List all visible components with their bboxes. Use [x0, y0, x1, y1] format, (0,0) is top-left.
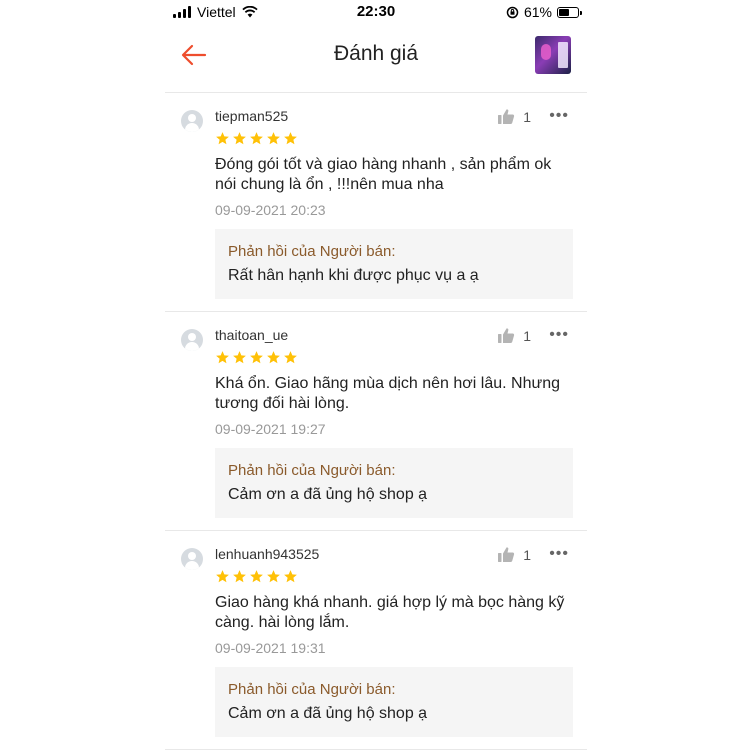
seller-reply: Phản hồi của Người bán: Cảm ơn a đã ủng …	[215, 448, 573, 518]
like-button[interactable]: 1	[497, 546, 531, 563]
seller-reply: Phản hồi của Người bán: Cảm ơn a đã ủng …	[215, 667, 573, 737]
star-icon	[216, 570, 229, 583]
more-options-icon[interactable]: •••	[549, 107, 569, 125]
review-comment: Đóng gói tốt và giao hàng nhanh , sản ph…	[215, 156, 552, 193]
username[interactable]: lenhuanh943525	[215, 546, 319, 562]
page-header: Đánh giá	[165, 28, 587, 93]
username[interactable]: thaitoan_ue	[215, 327, 288, 343]
thumbs-up-icon	[498, 328, 515, 343]
thumbs-up-icon	[498, 109, 515, 124]
thumbs-up-icon	[498, 547, 515, 562]
product-thumbnail[interactable]	[535, 36, 571, 74]
seller-reply-text: Rất hân hạnh khi được phục vụ a ạ	[228, 267, 479, 284]
star-icon	[267, 132, 280, 145]
review-date: 09-09-2021 20:23	[215, 202, 326, 218]
star-icon	[284, 570, 297, 583]
like-button[interactable]: 1	[497, 108, 531, 125]
seller-reply-label: Phản hồi của Người bán:	[228, 681, 396, 698]
star-icon	[216, 132, 229, 145]
like-count: 1	[523, 546, 531, 563]
review-comment: Giao hàng khá nhanh. giá hợp lý mà bọc h…	[215, 594, 565, 631]
avatar[interactable]	[181, 110, 203, 132]
star-icon	[250, 132, 263, 145]
star-icon	[284, 351, 297, 364]
seller-reply: Phản hồi của Người bán: Rất hân hạnh khi…	[215, 229, 573, 299]
star-icon	[284, 132, 297, 145]
seller-reply-label: Phản hồi của Người bán:	[228, 243, 396, 260]
like-count: 1	[523, 327, 531, 344]
like-count: 1	[523, 108, 531, 125]
battery-icon	[557, 6, 582, 18]
phone-screen: Viettel 22:30 61% Đánh giá tiepman525 1 …	[165, 0, 587, 750]
star-icon	[233, 570, 246, 583]
star-rating	[215, 569, 298, 584]
status-right: 61%	[506, 4, 582, 20]
review-list: tiepman525 1 ••• Đóng gói tốt và giao hà…	[165, 93, 587, 750]
review-comment: Khá ổn. Giao hãng mùa dịch nên hơi lâu. …	[215, 375, 560, 412]
battery-percent: 61%	[523, 4, 552, 20]
star-rating	[215, 131, 298, 146]
star-icon	[267, 351, 280, 364]
page-title: Đánh giá	[333, 42, 419, 65]
review-date: 09-09-2021 19:31	[215, 640, 326, 656]
like-button[interactable]: 1	[497, 327, 531, 344]
seller-reply-text: Cảm ơn a đã ủng hộ shop ạ	[228, 486, 428, 503]
rotation-lock-icon	[506, 6, 519, 18]
star-icon	[250, 570, 263, 583]
review-item: thaitoan_ue 1 ••• Khá ổn. Giao hãng mùa …	[165, 312, 587, 531]
seller-reply-label: Phản hồi của Người bán:	[228, 462, 396, 479]
star-icon	[267, 570, 280, 583]
seller-reply-text: Cảm ơn a đã ủng hộ shop ạ	[228, 705, 428, 722]
star-icon	[233, 351, 246, 364]
avatar[interactable]	[181, 329, 203, 351]
review-item: tiepman525 1 ••• Đóng gói tốt và giao hà…	[165, 93, 587, 312]
star-icon	[250, 351, 263, 364]
status-bar: Viettel 22:30 61%	[165, 0, 587, 24]
star-rating	[215, 350, 298, 365]
avatar[interactable]	[181, 548, 203, 570]
username[interactable]: tiepman525	[215, 108, 288, 124]
more-options-icon[interactable]: •••	[549, 326, 569, 344]
review-date: 09-09-2021 19:27	[215, 421, 326, 437]
star-icon	[216, 351, 229, 364]
review-item: lenhuanh943525 1 ••• Giao hàng khá nhanh…	[165, 531, 587, 750]
more-options-icon[interactable]: •••	[549, 545, 569, 563]
star-icon	[233, 132, 246, 145]
